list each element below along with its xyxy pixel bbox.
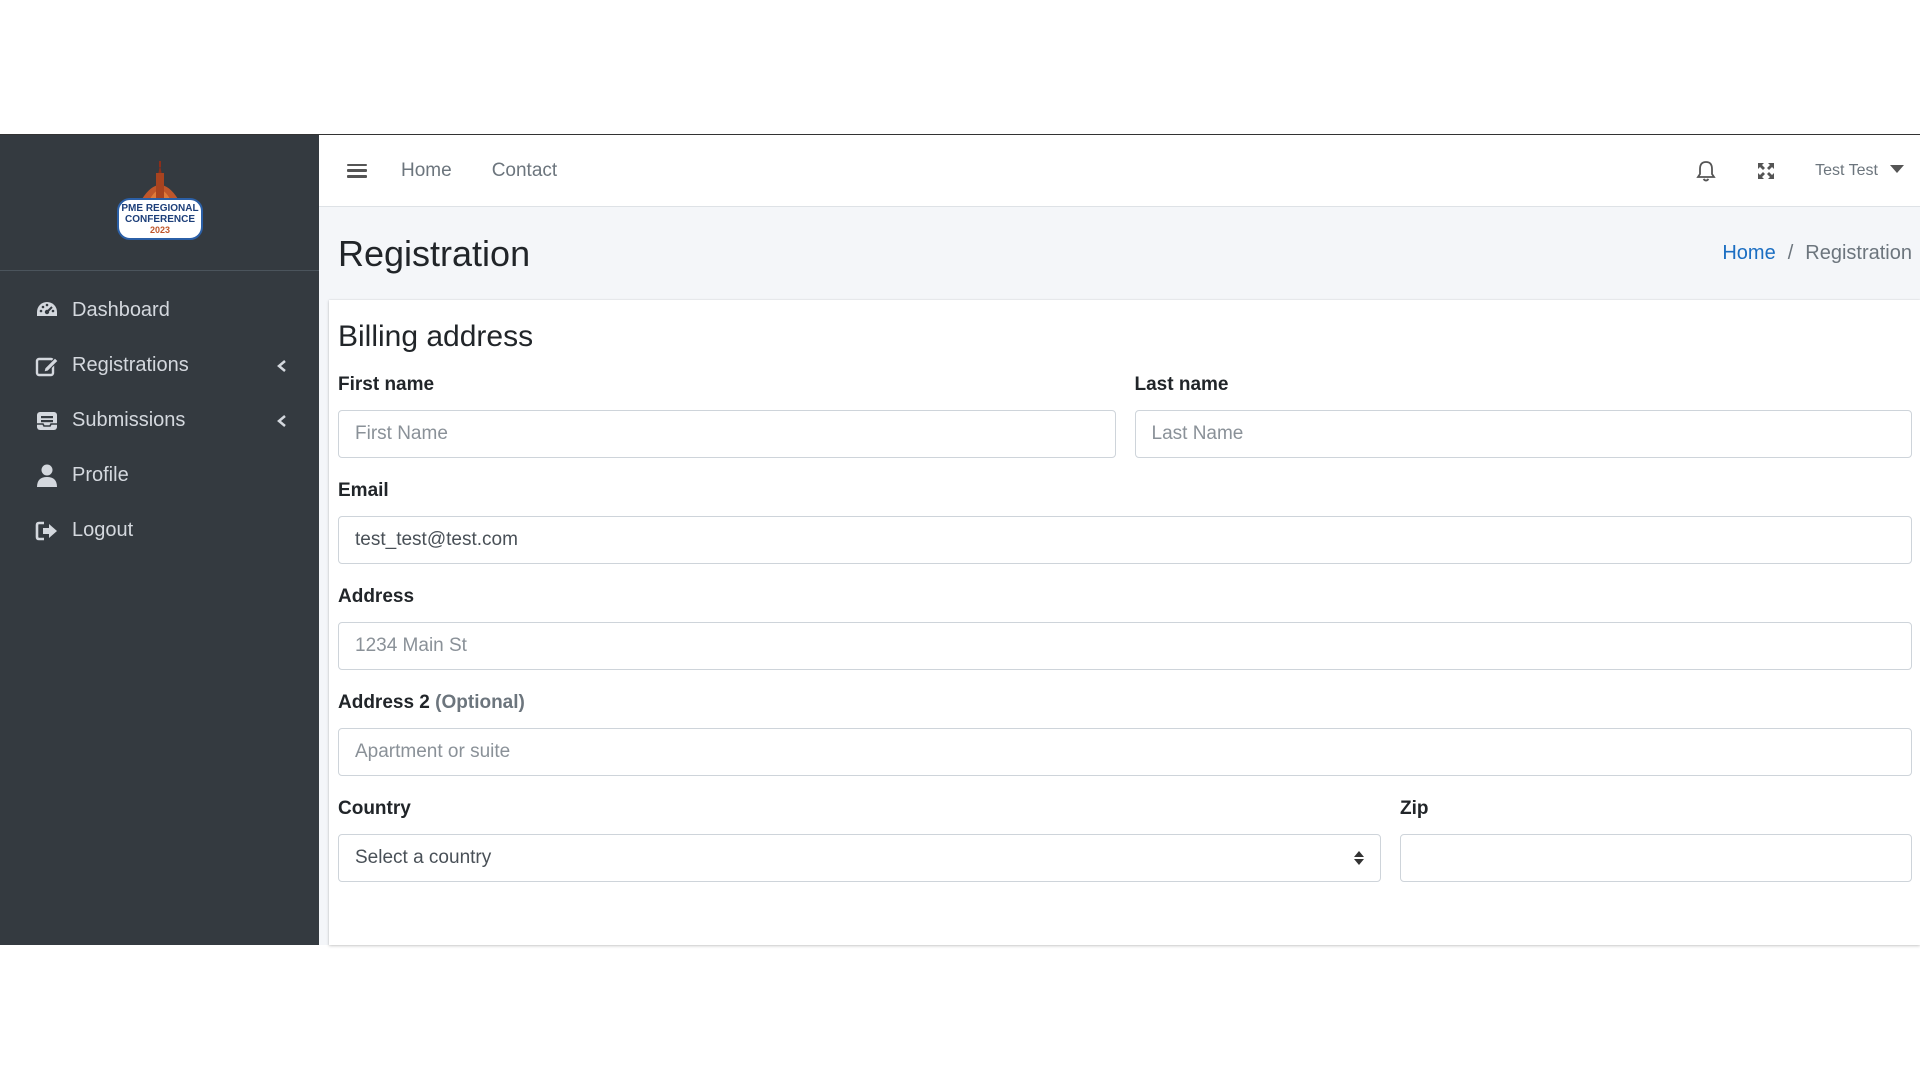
breadcrumb-current: Registration xyxy=(1805,242,1912,264)
nav-link-contact[interactable]: Contact xyxy=(492,160,557,182)
breadcrumb-home-link[interactable]: Home xyxy=(1722,242,1775,265)
last-name-label: Last name xyxy=(1134,374,1229,395)
country-label: Country xyxy=(338,798,411,819)
chevron-left-icon xyxy=(277,414,286,427)
caret-down-icon xyxy=(1890,164,1904,173)
top-navbar: Home Contact Test Test xyxy=(319,135,1920,207)
sidebar: PME REGIONAL CONFERENCE 2023 Dashboard R… xyxy=(0,135,319,945)
sidebar-item-profile[interactable]: Profile xyxy=(0,448,319,503)
edit-icon xyxy=(34,353,60,379)
inbox-icon xyxy=(34,408,60,434)
nav-link-home[interactable]: Home xyxy=(401,160,452,182)
address2-label-wrapper: Address 2 (Optional) xyxy=(338,692,1912,714)
menu-toggle-icon[interactable] xyxy=(347,162,367,180)
breadcrumb-separator: / xyxy=(1787,242,1794,264)
app-shell: PME REGIONAL CONFERENCE 2023 Dashboard R… xyxy=(0,135,1920,945)
logo-line-3: 2023 xyxy=(149,225,169,235)
sidebar-item-label: Submissions xyxy=(72,409,186,431)
sidebar-item-label: Dashboard xyxy=(72,299,170,321)
email-input[interactable] xyxy=(338,516,1912,564)
sidebar-item-dashboard[interactable]: Dashboard xyxy=(0,283,319,338)
address2-input[interactable] xyxy=(338,728,1912,776)
chevron-left-icon xyxy=(277,359,286,372)
country-group: Country Select a country xyxy=(338,798,1381,882)
zip-input[interactable] xyxy=(1400,834,1912,882)
country-select[interactable]: Select a country xyxy=(338,834,1381,882)
first-name-input[interactable] xyxy=(338,410,1116,458)
email-group: Email xyxy=(338,480,1912,564)
sidebar-item-registrations[interactable]: Registrations xyxy=(0,338,319,393)
name-row: First name Last name xyxy=(338,374,1912,480)
last-name-group: Last name xyxy=(1134,374,1912,458)
user-icon xyxy=(34,463,60,489)
country-selected-value: Select a country xyxy=(355,847,492,868)
first-name-label: First name xyxy=(338,374,435,395)
content-header: Registration Home / Registration xyxy=(319,207,1920,300)
gauge-icon xyxy=(34,298,60,324)
sidebar-item-submissions[interactable]: Submissions xyxy=(0,393,319,448)
main-area: Home Contact Test Test Registration Home xyxy=(319,135,1920,945)
sign-out-icon xyxy=(34,518,60,544)
sidebar-item-logout[interactable]: Logout xyxy=(0,503,319,558)
sort-arrows-icon xyxy=(1354,851,1364,865)
logo-line-1: PME REGIONAL xyxy=(121,203,198,214)
sidebar-menu: Dashboard Registrations Submissions Prof… xyxy=(0,271,319,558)
email-label: Email xyxy=(338,480,389,501)
zip-label: Zip xyxy=(1400,798,1429,819)
logo-line-2: CONFERENCE xyxy=(124,214,194,225)
user-name: Test Test xyxy=(1815,161,1878,179)
address-label: Address xyxy=(338,586,415,607)
user-dropdown[interactable]: Test Test xyxy=(1815,162,1904,180)
navbar-left: Home Contact xyxy=(347,160,1657,182)
navbar-right: Test Test xyxy=(1657,160,1904,182)
billing-card: Billing address First name Last name Ema… xyxy=(329,300,1920,945)
sidebar-item-label: Profile xyxy=(72,464,129,486)
bell-icon[interactable] xyxy=(1695,160,1717,182)
address2-group: Address 2 (Optional) xyxy=(338,692,1912,776)
conference-logo: PME REGIONAL CONFERENCE 2023 xyxy=(116,160,203,240)
fullscreen-icon[interactable] xyxy=(1755,160,1777,182)
card-title: Billing address xyxy=(338,320,534,353)
address-group: Address xyxy=(338,586,1912,670)
address2-label: Address 2 xyxy=(338,692,430,713)
optional-hint: (Optional) xyxy=(435,692,525,713)
page-title: Registration xyxy=(338,232,531,274)
address-input[interactable] xyxy=(338,622,1912,670)
sidebar-item-label: Registrations xyxy=(72,354,189,376)
brand[interactable]: PME REGIONAL CONFERENCE 2023 xyxy=(0,135,319,271)
sidebar-item-label: Logout xyxy=(72,519,134,541)
last-name-input[interactable] xyxy=(1134,410,1912,458)
breadcrumb: Home / Registration xyxy=(1722,242,1912,265)
country-zip-row: Country Select a country Zip xyxy=(338,798,1912,904)
zip-group: Zip xyxy=(1400,798,1912,882)
first-name-group: First name xyxy=(338,374,1116,458)
